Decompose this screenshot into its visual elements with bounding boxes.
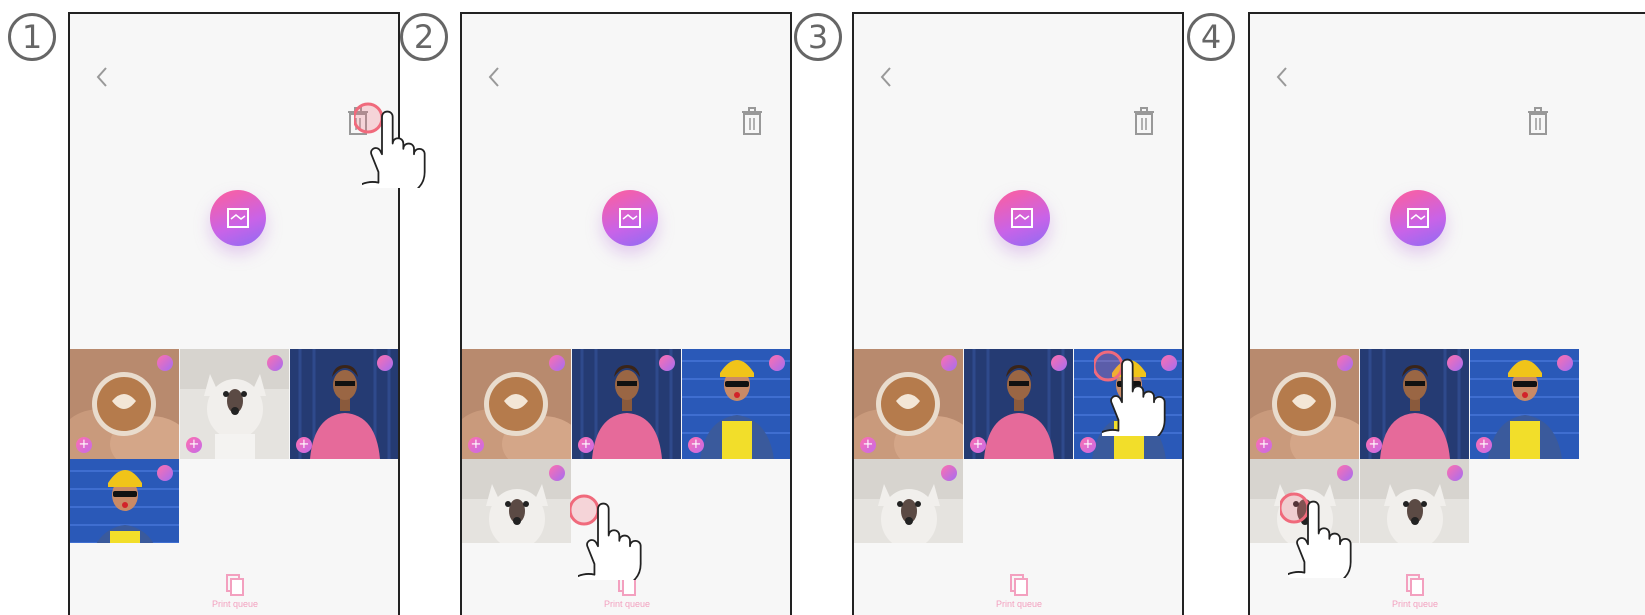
step-number-1: 1 <box>8 13 56 61</box>
phone-screen-step-2: + + + Print queue <box>460 12 792 615</box>
selection-dot[interactable] <box>769 355 785 371</box>
print-queue-icon <box>1010 574 1028 596</box>
print-queue-label: Print queue <box>603 599 651 609</box>
step-number-3: 3 <box>794 13 842 61</box>
selection-dot[interactable] <box>1557 355 1573 371</box>
trash-icon[interactable] <box>1526 106 1550 136</box>
print-queue-button[interactable]: Print queue <box>195 573 275 609</box>
print-icon <box>1011 208 1033 228</box>
print-button[interactable] <box>1390 190 1446 246</box>
photo-tile-dog[interactable] <box>854 459 963 543</box>
add-copy-button[interactable]: + <box>578 437 594 453</box>
add-copy-button[interactable]: + <box>970 437 986 453</box>
photo-tile-man[interactable]: + <box>572 349 681 459</box>
selection-dot[interactable] <box>1447 465 1463 481</box>
print-button[interactable] <box>602 190 658 246</box>
selection-dot[interactable] <box>157 465 173 481</box>
chevron-left-icon[interactable] <box>876 62 896 92</box>
selection-dot[interactable] <box>549 355 565 371</box>
photo-tile-coffee[interactable]: + <box>854 349 963 459</box>
selection-dot[interactable] <box>1051 355 1067 371</box>
selection-dot[interactable] <box>1337 355 1353 371</box>
print-queue-button[interactable]: Print queue <box>587 573 667 609</box>
print-queue-button[interactable]: Print queue <box>979 573 1059 609</box>
chevron-left-icon[interactable] <box>1272 62 1292 92</box>
photo-tile-woman[interactable]: + <box>682 349 791 459</box>
print-queue-icon <box>226 574 244 596</box>
selection-dot[interactable] <box>377 355 393 371</box>
photo-tile-man[interactable]: + <box>1360 349 1469 459</box>
selection-dot[interactable] <box>157 355 173 371</box>
add-copy-button[interactable]: + <box>76 437 92 453</box>
step-number-4: 4 <box>1187 13 1235 61</box>
print-queue-label: Print queue <box>1391 599 1439 609</box>
step-number-2: 2 <box>400 13 448 61</box>
photo-tile-dog[interactable] <box>1250 459 1359 543</box>
trash-icon[interactable] <box>740 106 764 136</box>
add-copy-button[interactable]: + <box>1256 437 1272 453</box>
selection-dot[interactable] <box>1447 355 1463 371</box>
photo-tile-dog[interactable] <box>462 459 571 543</box>
phone-screen-step-4: + + + Print queue <box>1248 12 1645 615</box>
add-copy-button[interactable]: + <box>186 437 202 453</box>
add-copy-button[interactable]: + <box>688 437 704 453</box>
print-queue-label: Print queue <box>211 599 259 609</box>
print-queue-button[interactable]: Print queue <box>1375 573 1455 609</box>
selection-dot[interactable] <box>267 355 283 371</box>
add-copy-button[interactable]: + <box>860 437 876 453</box>
print-icon <box>619 208 641 228</box>
photo-tile-woman[interactable] <box>70 459 179 543</box>
photo-tile-woman[interactable]: + <box>1074 349 1183 459</box>
chevron-left-icon[interactable] <box>92 62 112 92</box>
selection-dot[interactable] <box>941 465 957 481</box>
add-copy-button[interactable]: + <box>1366 437 1382 453</box>
print-queue-label: Print queue <box>995 599 1043 609</box>
print-button[interactable] <box>994 190 1050 246</box>
trash-icon[interactable] <box>1132 106 1156 136</box>
photo-tile-coffee[interactable]: + <box>1250 349 1359 459</box>
add-copy-button[interactable]: + <box>468 437 484 453</box>
print-icon <box>227 208 249 228</box>
photo-tile-coffee[interactable]: + <box>462 349 571 459</box>
add-copy-button[interactable]: + <box>1476 437 1492 453</box>
add-copy-button[interactable]: + <box>1080 437 1096 453</box>
photo-tile-dog-copy[interactable] <box>1360 459 1469 543</box>
photo-tile-woman[interactable]: + <box>1470 349 1579 459</box>
print-queue-icon <box>1406 574 1424 596</box>
selection-dot[interactable] <box>1161 355 1177 371</box>
chevron-left-icon[interactable] <box>484 62 504 92</box>
phone-screen-step-3: + + + Print queue <box>852 12 1184 615</box>
print-queue-icon <box>618 574 636 596</box>
selection-dot[interactable] <box>941 355 957 371</box>
phone-screen-step-1: + + + Print queue <box>68 12 400 615</box>
selection-dot[interactable] <box>549 465 565 481</box>
photo-tile-dog[interactable]: + <box>180 349 289 459</box>
trash-icon[interactable] <box>346 106 370 136</box>
selection-dot[interactable] <box>659 355 675 371</box>
selection-dot[interactable] <box>1337 465 1353 481</box>
photo-tile-man[interactable]: + <box>964 349 1073 459</box>
photo-tile-man[interactable]: + <box>290 349 399 459</box>
print-icon <box>1407 208 1429 228</box>
add-copy-button[interactable]: + <box>296 437 312 453</box>
photo-tile-coffee[interactable]: + <box>70 349 179 459</box>
print-button[interactable] <box>210 190 266 246</box>
